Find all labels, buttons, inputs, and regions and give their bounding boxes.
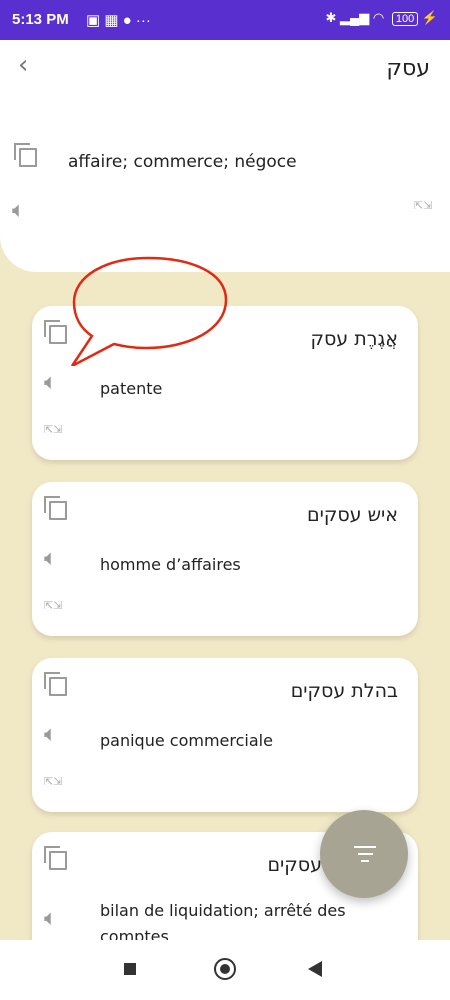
speaker-icon[interactable]: 🔈︎ xyxy=(44,548,57,570)
expand-icon[interactable]: ⇱⇲ xyxy=(44,600,66,622)
copy-icon[interactable] xyxy=(14,143,37,167)
filter-button[interactable] xyxy=(320,810,408,898)
entry-card[interactable]: איש עסקים 🔈︎ homme d’affaires ⇱⇲ xyxy=(32,482,418,636)
page-title: עסק xyxy=(386,56,430,81)
copy-icon[interactable] xyxy=(44,496,67,520)
entry-word: אֲגֶרֶת עסק xyxy=(310,328,399,350)
entry-translation: panique commerciale xyxy=(100,731,273,750)
speaker-icon[interactable]: 🔈︎ xyxy=(12,200,25,222)
speaker-icon[interactable]: 🔈︎ xyxy=(44,372,57,394)
battery-icon: 100 xyxy=(391,12,419,26)
status-time: 5:13 PM xyxy=(12,11,69,28)
status-bar: 5:13 PM ▣ ▦ ● ··· ✱ ▂▄▆ ◠ 100 ⚡ xyxy=(0,0,450,40)
status-right-icons: ✱ ▂▄▆ ◠ 100 ⚡ xyxy=(325,10,438,26)
expand-icon[interactable]: ⇱⇲ xyxy=(414,200,436,222)
entry-card[interactable]: בהלת עסקים 🔈︎ panique commerciale ⇱⇲ xyxy=(32,658,418,812)
copy-icon[interactable] xyxy=(44,846,67,870)
speaker-icon[interactable]: 🔈︎ xyxy=(44,908,57,930)
annotation-bubble xyxy=(70,256,228,366)
entry-word: בהלת עסקים xyxy=(290,680,398,702)
copy-icon[interactable] xyxy=(44,672,67,696)
recents-button[interactable] xyxy=(124,963,136,975)
speaker-icon[interactable]: 🔈︎ xyxy=(44,724,57,746)
filter-icon xyxy=(354,846,376,867)
system-nav-bar xyxy=(0,940,450,1000)
system-back-button[interactable] xyxy=(308,961,322,977)
status-icons: ▣ ▦ ● ··· xyxy=(86,12,151,29)
copy-icon[interactable] xyxy=(44,320,67,344)
entry-translation: homme d’affaires xyxy=(100,555,241,574)
chevron-left-icon: ‹ xyxy=(18,50,29,80)
home-button[interactable] xyxy=(214,958,236,980)
expand-icon[interactable]: ⇱⇲ xyxy=(44,424,66,446)
entry-word: עסקים xyxy=(267,854,322,876)
back-button[interactable]: ‹ xyxy=(18,52,28,78)
entry-translation: patente xyxy=(100,379,163,398)
entry-word: איש עסקים xyxy=(306,504,398,526)
header-translation: affaire; commerce; négoce xyxy=(68,152,297,172)
expand-icon[interactable]: ⇱⇲ xyxy=(44,776,66,798)
word-header-sheet: ‹ עסק affaire; commerce; négoce 🔈︎ ⇱⇲ xyxy=(0,40,450,272)
